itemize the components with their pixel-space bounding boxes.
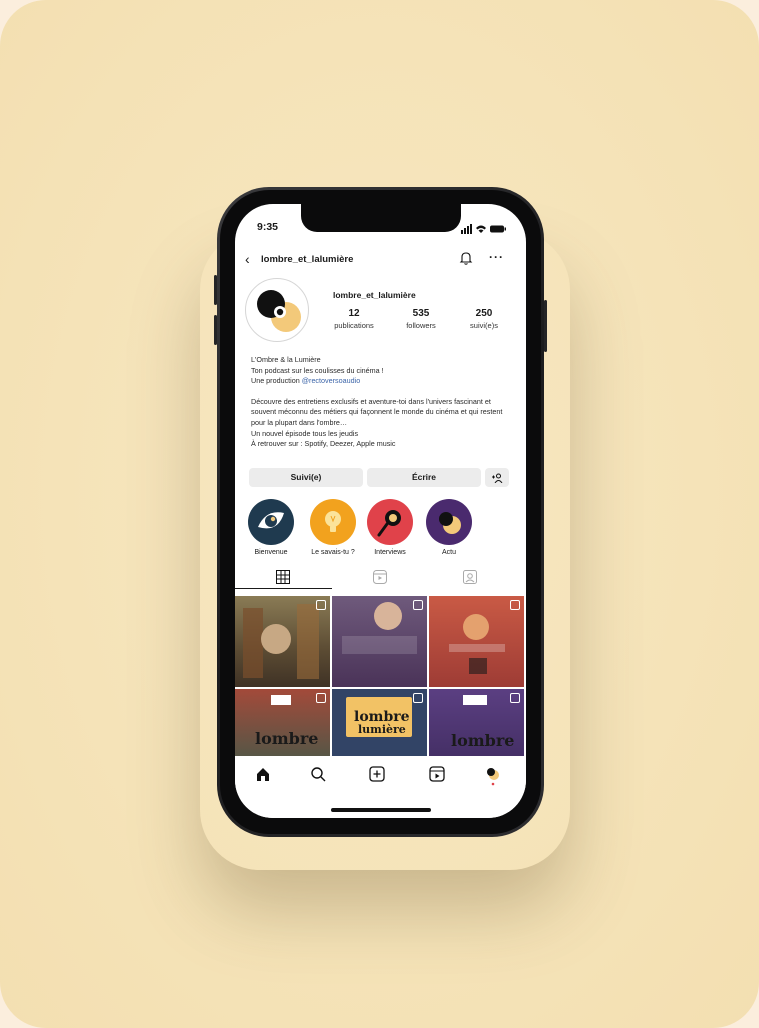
highlight-cover <box>367 499 413 545</box>
background-card: 9:35 ‹ lombre_et_lalumière ··· lombre_et… <box>0 0 759 1028</box>
volume-button <box>214 275 217 305</box>
stat-following[interactable]: 250 suivi(e)s <box>453 308 515 330</box>
highlight-bienvenue[interactable]: Bienvenue <box>243 499 299 556</box>
carousel-icon <box>413 693 423 703</box>
notch <box>301 204 461 232</box>
lightbulb-icon <box>325 511 341 532</box>
highlight-le-savais-tu[interactable]: Le savais-tu ? <box>305 499 361 556</box>
post-thumbnail[interactable] <box>332 596 427 687</box>
grid-icon[interactable] <box>276 570 290 584</box>
microphone-icon <box>377 510 401 537</box>
active-tab-indicator <box>235 588 332 589</box>
reels-icon[interactable] <box>373 570 387 584</box>
stat-followers[interactable]: 535 followers <box>390 308 452 330</box>
following-button[interactable]: Suivi(e) <box>249 468 363 487</box>
profile-icon[interactable] <box>485 766 501 786</box>
carousel-icon <box>316 693 326 703</box>
home-icon[interactable] <box>255 766 271 782</box>
bio-production-link[interactable]: @rectoversoaudio <box>302 376 360 385</box>
bio: L'Ombre & la Lumière Ton podcast sur les… <box>251 355 513 450</box>
highlight-label: Bienvenue <box>254 549 288 556</box>
more-icon[interactable]: ··· <box>489 250 504 264</box>
add-person-icon <box>492 473 503 484</box>
power-button <box>544 300 547 352</box>
status-icons <box>461 224 506 234</box>
post-thumbnail[interactable] <box>235 596 330 687</box>
carousel-icon <box>316 600 326 610</box>
phone-screen: 9:35 ‹ lombre_et_lalumière ··· lombre_et… <box>235 204 526 818</box>
stat-value: 12 <box>348 308 360 319</box>
highlight-actu[interactable]: Actu <box>421 499 477 556</box>
highlight-label: Actu <box>441 549 456 556</box>
highlight-cover <box>248 499 294 545</box>
bio-platforms: À retrouver sur : Spotify, Deezer, Apple… <box>251 439 396 449</box>
stat-label: followers <box>406 321 436 330</box>
home-indicator <box>331 808 431 812</box>
avatar[interactable] <box>245 278 309 342</box>
bio-description: Découvre des entretiens exclusifs et ave… <box>251 396 503 427</box>
stat-value: 535 <box>412 308 430 319</box>
volume-button <box>214 315 217 345</box>
bell-icon[interactable] <box>459 251 473 265</box>
search-icon[interactable] <box>310 766 326 782</box>
eye-icon <box>258 512 284 529</box>
logo-icon <box>257 290 301 332</box>
message-button[interactable]: Écrire <box>367 468 481 487</box>
news-icon <box>439 512 461 534</box>
post-thumbnail[interactable] <box>429 596 524 687</box>
stat-label: publications <box>334 321 374 330</box>
stat-value: 250 <box>475 308 493 319</box>
stat-publications[interactable]: 12 publications <box>323 308 385 330</box>
bio-display-name: L'Ombre & la Lumière <box>251 355 321 364</box>
new-post-icon[interactable] <box>369 766 385 782</box>
profile-tabs <box>235 568 526 590</box>
stat-label: suivi(e)s <box>470 321 498 330</box>
status-time: 9:35 <box>257 221 279 233</box>
highlight-label: Le savais-tu ? <box>311 549 355 556</box>
bio-production: Une production @rectoversoaudio <box>251 376 513 387</box>
carousel-icon <box>510 600 520 610</box>
highlight-cover <box>426 499 472 545</box>
suggest-button[interactable] <box>485 468 509 487</box>
highlight-interviews[interactable]: Interviews <box>362 499 418 556</box>
back-icon[interactable]: ‹ <box>245 252 250 266</box>
header-username: lombre_et_lalumière <box>261 254 354 265</box>
highlight-cover <box>310 499 356 545</box>
bio-schedule: Un nouvel épisode tous les jeudis <box>251 428 359 438</box>
carousel-icon <box>413 600 423 610</box>
posts-grid: lombre lombre lumière lombre <box>235 596 526 780</box>
reels-icon[interactable] <box>429 766 445 782</box>
tagged-icon[interactable] <box>463 570 477 584</box>
bio-tagline: Ton podcast sur les coulisses du cinéma … <box>251 365 384 375</box>
carousel-icon <box>510 693 520 703</box>
bio-production-prefix: Une production <box>251 376 302 386</box>
profile-name: lombre_et_lalumière <box>333 290 416 300</box>
highlight-label: Interviews <box>374 549 406 556</box>
